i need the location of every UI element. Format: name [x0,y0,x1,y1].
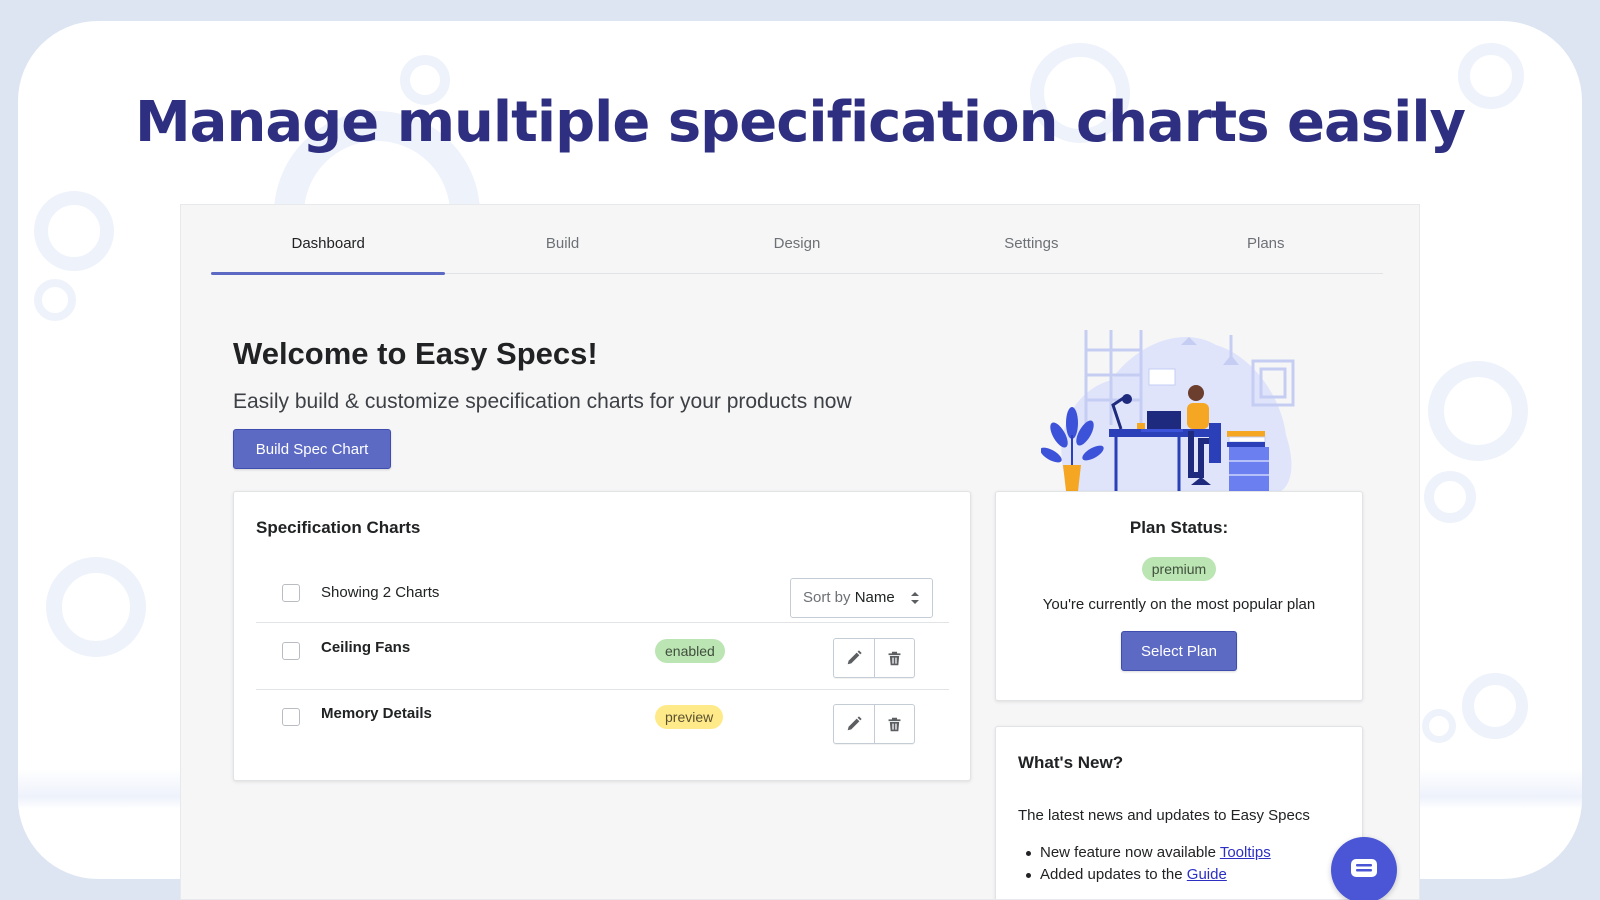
welcome-title: Welcome to Easy Specs! [233,336,598,371]
edit-button[interactable] [834,705,874,743]
news-item-text: New feature now available [1040,844,1220,861]
tab-bar: Dashboard Build Design Settings Plans [211,229,1383,275]
whats-new-subtitle: The latest news and updates to Easy Spec… [1018,807,1310,824]
plan-status-title: Plan Status: [1129,518,1229,537]
tab-design[interactable]: Design [680,229,914,273]
tab-build[interactable]: Build [445,229,679,273]
delete-button[interactable] [874,639,914,677]
edit-button[interactable] [834,639,874,677]
whats-new-title: What's New? [1018,753,1124,772]
tab-dashboard[interactable]: Dashboard [211,229,446,275]
build-spec-chart-button[interactable]: Build Spec Chart [233,429,391,469]
chart-name-ceiling-fans[interactable]: Ceiling Fans [321,639,410,656]
decor-ring [46,557,146,657]
tooltips-link[interactable]: Tooltips [1220,844,1271,861]
page-headline: Manage multiple specification charts eas… [134,90,1466,155]
decor-ring [1462,673,1528,739]
row-actions [833,638,915,678]
news-item: New feature now available Tooltips [1026,844,1271,861]
welcome-subtitle: Easily build & customize specification c… [233,390,852,413]
workspace-illustration [1041,330,1295,491]
divider [256,689,949,690]
tab-settings[interactable]: Settings [914,229,1148,273]
app-window: Dashboard Build Design Settings Plans We… [180,204,1420,900]
row-checkbox[interactable] [282,708,300,726]
trash-icon [888,717,901,731]
sort-value: Name [854,589,895,606]
select-plan-button[interactable]: Select Plan [1121,631,1237,671]
delete-button[interactable] [874,705,914,743]
trash-icon [888,651,901,665]
pencil-icon [847,650,862,665]
whats-new-panel: What's New? The latest news and updates … [995,726,1363,899]
decor-ring [1424,471,1476,523]
status-badge-preview: preview [655,705,724,729]
divider [256,622,949,623]
pencil-icon [847,716,862,731]
chart-name-memory-details[interactable]: Memory Details [321,705,432,722]
chat-button[interactable] [1331,837,1397,900]
news-item-text: Added updates to the [1040,866,1187,883]
plan-badge: premium [1141,557,1217,581]
select-all-checkbox[interactable] [282,584,300,602]
specification-charts-title: Specification Charts [256,518,421,537]
sort-label: Sort by [803,589,851,606]
news-item: Added updates to the Guide [1026,866,1227,883]
plan-status-panel: Plan Status: premium You're currently on… [995,491,1363,701]
specification-charts-panel: Specification Charts Showing 2 Charts So… [233,491,971,781]
chat-icon [1351,859,1377,877]
row-actions [833,704,915,744]
sort-arrows-icon [911,592,919,604]
sort-select[interactable]: Sort by Name [790,578,933,618]
status-badge-enabled: enabled [655,639,725,663]
decor-ring [1428,361,1528,461]
row-checkbox[interactable] [282,642,300,660]
plan-description: You're currently on the most popular pla… [1042,596,1316,613]
showing-count: Showing 2 Charts [321,584,440,601]
tab-plans[interactable]: Plans [1149,229,1383,273]
decor-ring [34,279,76,321]
plan-badge-wrap: premium [996,557,1362,581]
guide-link[interactable]: Guide [1187,866,1227,883]
decor-ring [34,191,114,271]
decor-ring [1422,709,1456,743]
